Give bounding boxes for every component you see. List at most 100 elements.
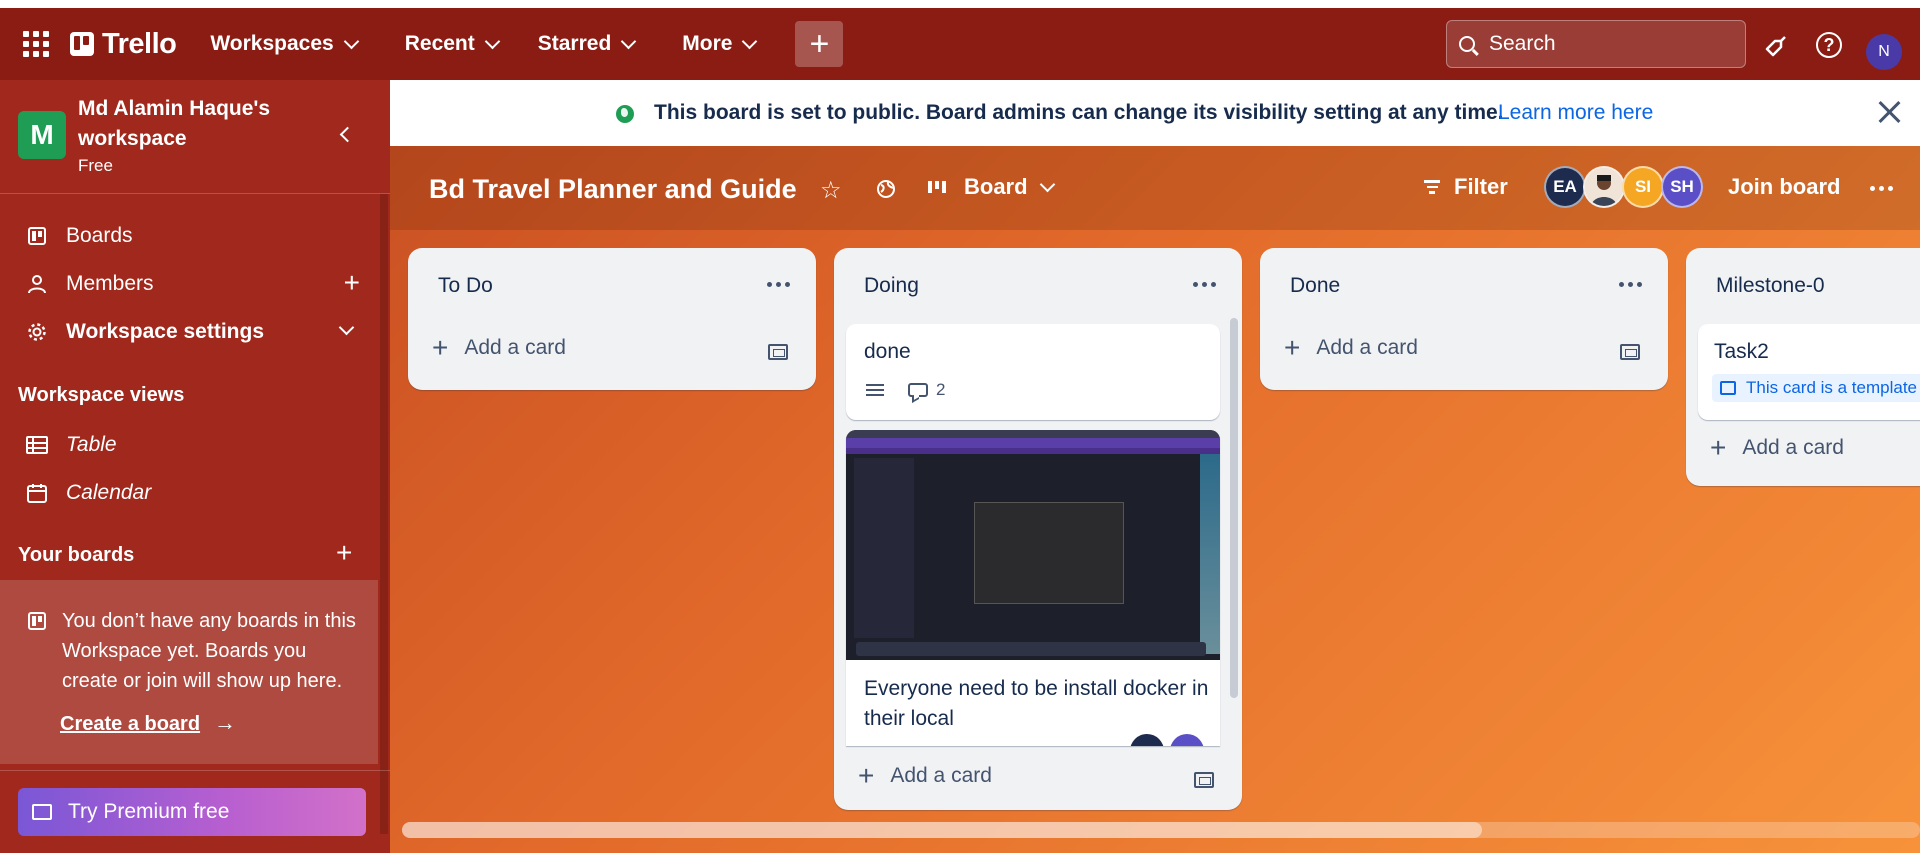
- sidebar-item-label: Calendar: [66, 481, 152, 504]
- board-title[interactable]: Bd Travel Planner and Guide: [429, 174, 797, 205]
- member-avatar[interactable]: SI: [1622, 166, 1664, 208]
- board-horizontal-scrollbar[interactable]: [402, 822, 1920, 838]
- board-icon: [24, 227, 50, 245]
- try-premium-button[interactable]: Try Premium free: [18, 788, 366, 836]
- add-card-label: Add a card: [464, 336, 566, 359]
- create-from-template-icon[interactable]: [1194, 772, 1214, 788]
- sidebar-item-label: Members: [66, 272, 154, 295]
- visibility-globe-icon[interactable]: [876, 178, 896, 206]
- public-board-banner: This board is set to public. Board admin…: [390, 80, 1920, 146]
- nav-workspaces-label: Workspaces: [210, 32, 334, 55]
- board-header: Bd Travel Planner and Guide ☆ Board Filt…: [390, 146, 1920, 230]
- collapse-sidebar-icon[interactable]: [334, 121, 360, 147]
- top-navigation: Trello Workspaces Recent Starred More + …: [0, 8, 1920, 80]
- nav-more[interactable]: More: [682, 32, 758, 56]
- sidebar-item-calendar[interactable]: Calendar: [0, 471, 390, 515]
- star-icon[interactable]: ☆: [820, 176, 842, 205]
- list-menu-icon[interactable]: [767, 282, 790, 287]
- search-icon: [1459, 36, 1475, 52]
- filter-icon: [1424, 180, 1440, 194]
- plus-icon: +: [432, 332, 449, 363]
- card-title: done: [864, 340, 911, 363]
- nav-recent[interactable]: Recent: [404, 32, 501, 56]
- nav-recent-label: Recent: [404, 32, 475, 55]
- arrow-right-icon: →: [214, 710, 236, 735]
- user-avatar[interactable]: N: [1866, 34, 1902, 70]
- plus-icon: +: [858, 760, 875, 791]
- list-menu-icon[interactable]: [1619, 282, 1642, 287]
- sidebar-item-workspace-settings[interactable]: Workspace settings: [0, 310, 390, 354]
- card-install-docker[interactable]: Everyone need to be install docker in th…: [846, 430, 1220, 746]
- list-title[interactable]: Milestone-0: [1716, 274, 1825, 298]
- board-menu-icon[interactable]: [1870, 186, 1893, 191]
- close-icon[interactable]: [1876, 98, 1904, 126]
- premium-icon: [32, 804, 52, 820]
- premium-label: Try Premium free: [68, 800, 230, 823]
- add-card-button[interactable]: + Add a card: [1284, 334, 1418, 362]
- board-icon: [28, 612, 46, 635]
- create-board-link[interactable]: Create a board: [60, 713, 200, 736]
- list-menu-icon[interactable]: [1193, 282, 1216, 287]
- create-button[interactable]: +: [795, 21, 844, 67]
- trello-logo[interactable]: Trello: [70, 28, 177, 61]
- banner-message: This board is set to public. Board admin…: [654, 101, 1504, 124]
- add-card-button[interactable]: + Add a card: [858, 760, 992, 791]
- list-milestone-0: Milestone-0 Task2 This card is a templat…: [1686, 248, 1920, 486]
- chevron-down-icon[interactable]: [338, 319, 355, 336]
- empty-boards-text: You don’t have any boards in this Worksp…: [62, 610, 356, 692]
- member-avatar-photo[interactable]: [1583, 166, 1625, 208]
- template-badge: This card is a template: [1712, 374, 1920, 402]
- sidebar-item-label: Table: [66, 433, 117, 456]
- help-icon[interactable]: ?: [1816, 32, 1842, 58]
- list-doing: Doing done 2 Everyone need to be install…: [834, 248, 1242, 810]
- chevron-down-icon: [343, 33, 359, 49]
- add-member-icon[interactable]: +: [344, 269, 360, 297]
- notifications-icon[interactable]: [1762, 32, 1790, 60]
- create-from-template-icon[interactable]: [768, 344, 788, 360]
- nav-starred[interactable]: Starred: [538, 32, 637, 56]
- app-switcher-icon[interactable]: [18, 26, 54, 62]
- card-member-avatar: [1170, 734, 1204, 746]
- description-icon: [866, 384, 884, 396]
- list-to-do: To Do + Add a card: [408, 248, 816, 390]
- sidebar-scrollbar[interactable]: [380, 194, 388, 834]
- add-card-button[interactable]: + Add a card: [1710, 434, 1844, 462]
- list-scrollbar[interactable]: [1230, 318, 1238, 698]
- empty-boards-message: You don’t have any boards in this Worksp…: [0, 580, 378, 764]
- sidebar-item-table[interactable]: Table: [0, 423, 390, 467]
- list-title[interactable]: Doing: [864, 274, 919, 298]
- add-card-label: Add a card: [1742, 436, 1844, 459]
- add-board-icon[interactable]: +: [336, 539, 352, 567]
- board-view-label: Board: [964, 174, 1028, 199]
- scrollbar-thumb[interactable]: [402, 822, 1482, 838]
- add-card-button[interactable]: + Add a card: [432, 332, 566, 363]
- sidebar-item-members[interactable]: Members +: [0, 262, 390, 306]
- card-title: Everyone need to be install docker in th…: [864, 677, 1209, 730]
- list-title[interactable]: To Do: [438, 274, 493, 298]
- workspace-logo[interactable]: M: [18, 111, 66, 159]
- workspace-name[interactable]: Md Alamin Haque's workspace: [78, 94, 308, 154]
- comment-count: 2: [936, 380, 946, 399]
- board-view-switcher[interactable]: Board: [928, 174, 1055, 200]
- list-title[interactable]: Done: [1290, 274, 1340, 298]
- card-done[interactable]: done 2: [846, 324, 1220, 420]
- filter-label: Filter: [1454, 174, 1508, 199]
- calendar-icon: [24, 483, 50, 503]
- member-avatar[interactable]: SH: [1661, 166, 1703, 208]
- chevron-down-icon: [742, 33, 758, 49]
- search-input[interactable]: Search: [1446, 20, 1746, 68]
- filter-button[interactable]: Filter: [1424, 174, 1508, 200]
- learn-more-link[interactable]: Learn more here: [1498, 101, 1653, 125]
- member-avatar[interactable]: EA: [1544, 166, 1586, 208]
- create-from-template-icon[interactable]: [1620, 344, 1640, 360]
- card-member-avatar: [1130, 734, 1164, 746]
- card-cover-image: [846, 430, 1220, 660]
- nav-more-label: More: [682, 32, 733, 55]
- card-task2[interactable]: Task2 This card is a template: [1698, 324, 1920, 420]
- sidebar-divider: [0, 770, 390, 771]
- search-placeholder: Search: [1489, 32, 1556, 55]
- join-board-button[interactable]: Join board: [1728, 174, 1840, 200]
- sidebar-item-boards[interactable]: Boards: [0, 214, 390, 258]
- nav-workspaces[interactable]: Workspaces: [210, 32, 359, 56]
- your-boards-title: Your boards: [18, 544, 135, 566]
